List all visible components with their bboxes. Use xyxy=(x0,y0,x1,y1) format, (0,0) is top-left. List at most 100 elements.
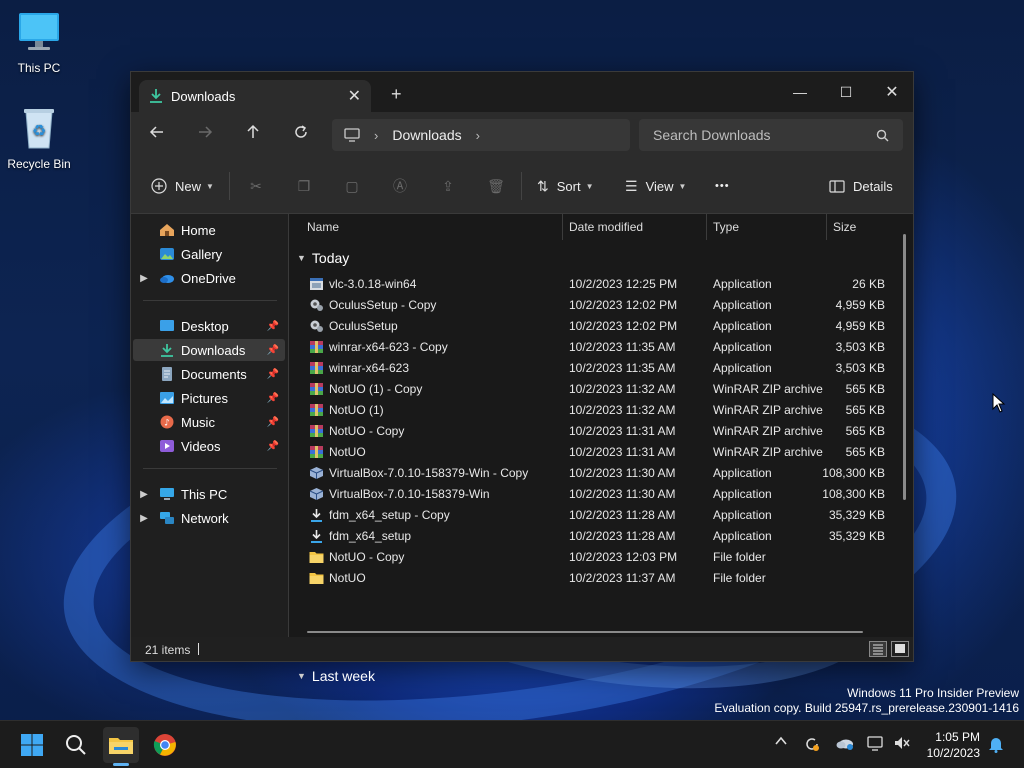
sync-tray-icon[interactable] xyxy=(803,735,821,757)
back-button[interactable] xyxy=(145,124,169,146)
volume-tray-icon[interactable] xyxy=(893,735,911,755)
tab-downloads[interactable]: Downloads ✕ xyxy=(139,80,371,112)
paste-button[interactable]: ▢ xyxy=(341,175,363,197)
file-row[interactable]: NotUO - Copy 10/2/2023 12:03 PM File folde… xyxy=(301,547,891,568)
tab-close-button[interactable]: ✕ xyxy=(348,86,361,106)
search-box[interactable]: Search Downloads xyxy=(639,119,903,151)
details-pane-icon xyxy=(829,179,845,193)
copy-icon: ❐ xyxy=(297,177,311,194)
pin-icon[interactable]: 📌 xyxy=(267,321,279,332)
sort-button[interactable]: ⇅ Sort ▼ xyxy=(537,175,594,197)
file-type: Application xyxy=(713,361,772,375)
address-bar[interactable]: › Downloads › xyxy=(332,119,630,151)
onedrive-tray-icon[interactable] xyxy=(835,735,855,755)
file-row[interactable]: NotUO (1) - Copy 10/2/2023 11:32 AM WinRAR… xyxy=(301,379,891,400)
file-explorer-taskbar-button[interactable] xyxy=(103,727,139,763)
file-row[interactable]: NotUO (1) 10/2/2023 11:32 AM WinRAR ZIP ar… xyxy=(301,400,891,421)
desktop-icon-this-pc[interactable]: This PC xyxy=(1,10,77,75)
details-view-icon xyxy=(873,644,883,655)
column-header-type[interactable]: Type xyxy=(707,214,827,240)
breadcrumb-separator: › xyxy=(475,127,480,143)
maximize-button[interactable]: ☐ xyxy=(823,78,869,106)
forward-button[interactable] xyxy=(193,124,217,146)
rename-button[interactable]: Ⓐ xyxy=(389,175,411,197)
sidebar-item-documents[interactable]: Documents 📌 xyxy=(133,363,285,385)
system-clock[interactable]: 1:05 PM 10/2/2023 xyxy=(927,729,980,761)
group-header-today[interactable]: ▼ Today xyxy=(297,250,349,266)
file-row[interactable]: VirtualBox-7.0.10-158379-Win - Copy 10/2/… xyxy=(301,463,891,484)
vertical-scrollbar[interactable] xyxy=(903,234,906,500)
file-row[interactable]: NotUO 10/2/2023 11:37 AM File folder xyxy=(301,568,891,589)
notification-button[interactable] xyxy=(988,735,1004,757)
home-icon xyxy=(160,224,174,236)
details-pane-button[interactable]: Details xyxy=(829,175,893,197)
up-button[interactable] xyxy=(241,124,265,146)
windows-logo-icon xyxy=(21,734,43,756)
desktop-icon-recycle-bin[interactable]: ♻ Recycle Bin xyxy=(1,106,77,171)
show-hidden-icons-button[interactable] xyxy=(775,735,787,751)
file-row[interactable]: fdm_x64_setup - Copy 10/2/2023 11:28 AM Ap… xyxy=(301,505,891,526)
breadcrumb-downloads[interactable]: Downloads xyxy=(392,127,461,143)
large-icons-view-button[interactable] xyxy=(891,641,909,657)
new-button[interactable]: New ▼ xyxy=(151,175,214,197)
refresh-button[interactable] xyxy=(289,124,313,146)
pin-icon[interactable]: 📌 xyxy=(267,417,279,428)
title-bar[interactable]: Downloads ✕ + — ☐ ✕ xyxy=(131,72,913,112)
file-size: 35,329 KB xyxy=(828,508,885,522)
chevron-right-icon[interactable]: ▶ xyxy=(133,489,155,500)
search-taskbar-button[interactable] xyxy=(58,727,94,763)
horizontal-scrollbar[interactable] xyxy=(307,631,863,633)
file-row[interactable]: vlc-3.0.18-win64 10/2/2023 12:25 PM Applic… xyxy=(301,274,891,295)
column-header-date-modified[interactable]: Date modified xyxy=(563,214,707,240)
file-row[interactable]: VirtualBox-7.0.10-158379-Win 10/2/2023 11… xyxy=(301,484,891,505)
sidebar-item-network[interactable]: ▶ Network xyxy=(133,507,285,529)
sidebar-item-onedrive[interactable]: ▶ OneDrive xyxy=(133,267,285,289)
sidebar-item-home[interactable]: Home xyxy=(133,219,285,241)
file-explorer-window: Downloads ✕ + — ☐ ✕ › Downloads › Search… xyxy=(130,71,914,684)
file-name: NotUO (1) xyxy=(329,403,384,417)
sidebar-item-this-pc[interactable]: ▶ This PC xyxy=(133,483,285,505)
pin-icon[interactable]: 📌 xyxy=(267,369,279,380)
file-row[interactable]: OculusSetup - Copy 10/2/2023 12:02 PM Appl… xyxy=(301,295,891,316)
chevron-right-icon[interactable]: ▶ xyxy=(133,513,155,524)
sidebar-item-videos[interactable]: Videos 📌 xyxy=(133,435,285,457)
details-view-button[interactable] xyxy=(869,641,887,657)
view-list-icon: ☰ xyxy=(625,177,638,194)
chevron-right-icon[interactable]: ▶ xyxy=(133,273,155,284)
new-tab-button[interactable]: + xyxy=(391,84,402,105)
details-label: Details xyxy=(853,178,893,194)
file-size: 35,329 KB xyxy=(828,529,885,543)
start-button[interactable] xyxy=(14,727,50,763)
chrome-taskbar-button[interactable] xyxy=(147,727,183,763)
cut-button[interactable]: ✂ xyxy=(245,175,267,197)
file-row[interactable]: NotUO 10/2/2023 11:31 AM WinRAR ZIP archiv… xyxy=(301,442,891,463)
sidebar-item-desktop[interactable]: Desktop 📌 xyxy=(133,315,285,337)
sidebar-item-downloads[interactable]: Downloads 📌 xyxy=(133,339,285,361)
column-header-size[interactable]: Size xyxy=(827,214,907,240)
pin-icon[interactable]: 📌 xyxy=(267,345,279,356)
pin-icon[interactable]: 📌 xyxy=(267,393,279,404)
file-row[interactable]: NotUO - Copy 10/2/2023 11:31 AM WinRAR ZIP… xyxy=(301,421,891,442)
file-date-modified: 10/2/2023 11:30 AM xyxy=(569,487,676,501)
more-options-button[interactable]: ••• xyxy=(715,175,730,197)
sidebar-item-gallery[interactable]: Gallery xyxy=(133,243,285,265)
network-tray-icon[interactable] xyxy=(867,735,885,755)
pin-icon[interactable]: 📌 xyxy=(267,441,279,452)
sidebar-item-pictures[interactable]: Pictures 📌 xyxy=(133,387,285,409)
sidebar-item-music[interactable]: ♪ Music 📌 xyxy=(133,411,285,433)
monitor-icon xyxy=(19,13,59,50)
chevron-down-icon: ▼ xyxy=(297,671,306,681)
share-button[interactable]: ⇪ xyxy=(437,175,459,197)
file-row[interactable]: winrar-x64-623 - Copy 10/2/2023 11:35 AM A… xyxy=(301,337,891,358)
minimize-button[interactable]: — xyxy=(777,78,823,106)
delete-button[interactable]: 🗑 xyxy=(485,175,507,197)
file-row[interactable]: winrar-x64-623 10/2/2023 11:35 AM Applicat… xyxy=(301,358,891,379)
close-button[interactable]: ✕ xyxy=(869,78,915,106)
group-header-last-week[interactable]: ▼ Last week xyxy=(297,668,375,684)
file-row[interactable]: OculusSetup 10/2/2023 12:02 PM Application… xyxy=(301,316,891,337)
copy-button[interactable]: ❐ xyxy=(293,175,315,197)
column-header-name[interactable]: Name xyxy=(301,214,563,240)
file-row[interactable]: fdm_x64_setup 10/2/2023 11:28 AM Applicati… xyxy=(301,526,891,547)
file-size: 26 KB xyxy=(852,277,885,291)
view-button[interactable]: ☰ View ▼ xyxy=(625,175,686,197)
